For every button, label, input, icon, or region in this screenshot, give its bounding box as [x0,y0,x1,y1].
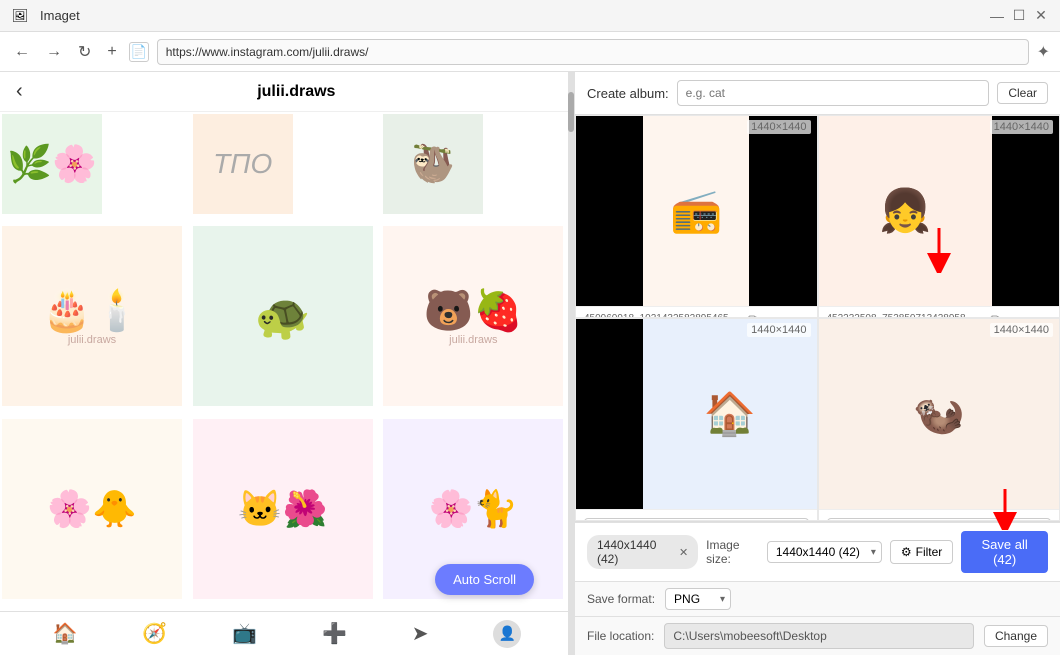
filter-tag: 1440x1440 (42) ✕ [587,535,698,569]
save-area-3: Save [576,516,817,521]
save-area-4: Save [819,516,1060,521]
filter-icon: ⚙ [901,545,912,559]
new-tab-button[interactable]: + [103,39,120,65]
image-card-3: 1440×1440 🏠 Save [575,318,818,521]
red-arrow-indicator [919,223,959,273]
page-icon: 📄 [129,42,149,62]
address-bar[interactable] [157,39,1029,65]
save-all-button[interactable]: Save all (42) [961,531,1048,573]
save-all-wrapper: Save all (42) [961,531,1048,573]
create-icon[interactable]: ➕ [322,621,347,646]
save-button-3[interactable]: Save [584,518,809,521]
reels-icon[interactable]: 📺 [232,621,257,646]
album-row: Create album: Clear [575,72,1060,115]
black-bar-left-3 [576,319,643,509]
app-icon: 🖼 [12,8,28,24]
list-item[interactable]: 🦥 [383,114,483,214]
image-dimension-2: 1440×1440 [990,120,1053,134]
image-card-footer-1: 450960918_1021432582895465_74 ✏ [576,306,817,318]
image-card-footer-4 [819,509,1060,516]
minimize-button[interactable]: — [990,9,1004,23]
image-card-footer-2: 452232508_753850713428958_388 ✏ [819,306,1060,318]
list-item[interactable]: 🎂🕯️ julii.draws [2,226,182,406]
image-size-label: Image size: [706,538,759,566]
bottom-nav: 🏠 🧭 📺 ➕ ➤ 👤 [0,611,574,655]
image-preview-3: 🏠 [643,319,816,509]
save-format-label: Save format: [587,592,655,606]
messages-icon[interactable]: ➤ [412,621,429,646]
maximize-button[interactable]: ☐ [1012,9,1026,23]
list-item[interactable]: ТПО [193,114,293,214]
list-item[interactable]: 🌸🐥 [2,419,182,599]
filter-row: 1440x1440 (42) ✕ Image size: 1440x1440 (… [575,522,1060,581]
album-label: Create album: [587,86,669,101]
black-bar-right-2 [992,116,1059,306]
bookmark-icon[interactable]: ✦ [1037,42,1050,62]
edit-icon-2[interactable]: ✏ [991,311,1001,318]
image-card-footer-3 [576,509,817,516]
home-icon[interactable]: 🏠 [52,621,77,646]
image-preview-1: 📻 [643,116,749,306]
refresh-button[interactable]: ↻ [74,38,95,66]
filter-tag-label: 1440x1440 (42) [597,538,675,566]
left-panel: ‹ julii.draws 🌿🌸 ТПО 🦥 🎂🕯️ julii.draws [0,72,575,655]
save-format-row: Save format: PNG JPG WEBP [575,581,1060,616]
filter-button[interactable]: ⚙ Filter [890,540,953,564]
back-button[interactable]: ← [10,39,34,65]
window-controls: — ☐ ✕ [990,9,1048,23]
red-arrow-2 [990,486,1020,533]
main-container: ‹ julii.draws 🌿🌸 ТПО 🦥 🎂🕯️ julii.draws [0,72,1060,655]
arrow-svg [919,223,959,273]
feed-header: ‹ julii.draws [0,72,574,112]
list-item[interactable]: 🐻🍓 julii.draws [383,226,563,406]
image-dimension-3: 1440×1440 [747,323,810,337]
bottom-controls: 1440x1440 (42) ✕ Image size: 1440x1440 (… [575,521,1060,655]
auto-scroll-button[interactable]: Auto Scroll [435,564,534,595]
image-preview-2: 👧 [819,116,992,306]
list-item[interactable]: 🐱🌺 [193,419,373,599]
feed-back-button[interactable]: ‹ [16,80,23,103]
image-card-2: 1440×1440 👧 452232508_753850713428958_38… [818,115,1060,318]
black-bar-right-1 [749,116,816,306]
change-button[interactable]: Change [984,625,1048,647]
file-location-input[interactable] [664,623,974,649]
arrow-svg-2 [990,486,1020,530]
filter-btn-label: Filter [916,545,943,559]
image-dimension-4: 1440×1440 [990,323,1053,337]
image-size-select[interactable]: 1440x1440 (42) [767,541,882,563]
feed-grid: 🌿🌸 ТПО 🦥 🎂🕯️ julii.draws 🐢 🐻🍓 [0,112,574,611]
filter-actions: Image size: 1440x1440 (42) ⚙ Filter [706,531,1048,573]
close-button[interactable]: ✕ [1034,9,1048,23]
explore-icon[interactable]: 🧭 [142,621,167,646]
scroll-thumb[interactable] [568,92,574,132]
image-grid: 1440×1440 📻 450960918_1021432582895465_7… [575,115,1060,521]
image-size-select-wrapper: 1440x1440 (42) [767,541,882,563]
app-title: Imaget [40,8,80,23]
image-card-4: 1440×1440 🦦 Save [818,318,1060,521]
clear-button[interactable]: Clear [997,82,1048,104]
avatar[interactable]: 👤 [493,620,521,648]
feed-title: julii.draws [35,83,558,101]
image-preview-4: 🦦 [819,319,1060,509]
filter-tag-close[interactable]: ✕ [679,546,688,559]
save-format-select-wrapper: PNG JPG WEBP [665,588,731,610]
file-location-label: File location: [587,629,654,643]
save-format-select[interactable]: PNG JPG WEBP [665,588,731,610]
right-panel: Create album: Clear 1440×1440 📻 [575,72,1060,655]
image-card-1: 1440×1440 📻 450960918_1021432582895465_7… [575,115,818,318]
list-item[interactable]: 🐢 [193,226,373,406]
nav-bar: ← → ↻ + 📄 ✦ [0,32,1060,72]
file-location-row: File location: Change [575,616,1060,655]
image-dimension-1: 1440×1440 [747,120,810,134]
edit-icon-1[interactable]: ✏ [748,311,758,318]
forward-button[interactable]: → [42,39,66,65]
album-input[interactable] [677,80,990,106]
list-item[interactable]: 🌿🌸 [2,114,102,214]
title-bar: 🖼 Imaget — ☐ ✕ [0,0,1060,32]
black-bar-left-1 [576,116,643,306]
scroll-indicator[interactable] [568,72,574,655]
